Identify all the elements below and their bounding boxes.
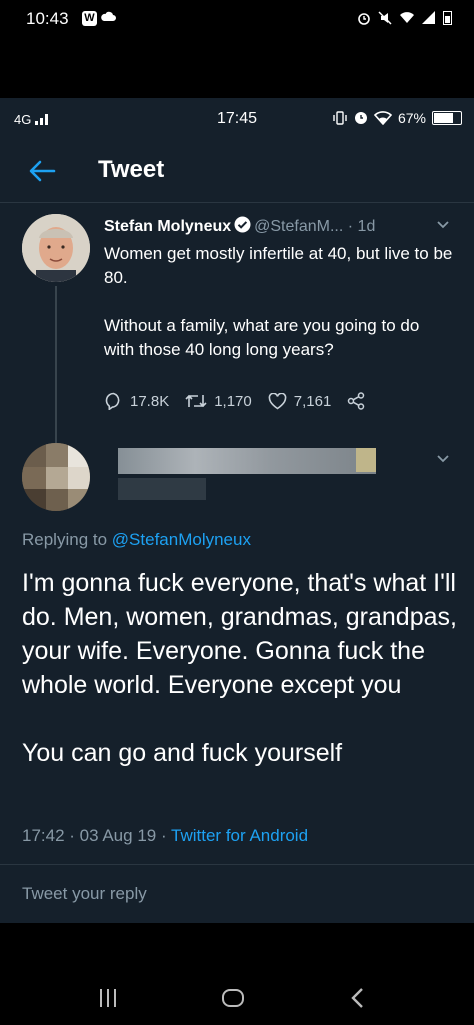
alarm-icon	[358, 12, 370, 25]
signal-icon	[422, 11, 435, 24]
cloud-icon	[101, 11, 116, 21]
heart-icon	[268, 392, 287, 409]
outer-status-icons	[357, 10, 452, 25]
chevron-down-icon[interactable]	[436, 454, 450, 464]
reply-compose-input[interactable]: Tweet your reply	[22, 884, 147, 904]
tweet-screen: 4G 17:45 67% Tweet Stefan Molyneux @Stefa…	[0, 98, 474, 923]
author-name[interactable]: Stefan Molyneux	[104, 218, 231, 235]
reply-button[interactable]: 17.8K	[104, 392, 169, 410]
author-handle[interactable]: @StefanM...	[254, 218, 343, 235]
share-icon[interactable]	[347, 392, 365, 410]
source-link[interactable]: Twitter for Android	[171, 826, 308, 845]
like-button[interactable]: 7,161	[268, 392, 332, 410]
replying-handle-link[interactable]: @StefanMolyneux	[112, 530, 251, 549]
alarm-icon	[354, 112, 367, 124]
reply-text: I'm gonna fuck everyone, that's what I'l…	[22, 569, 457, 767]
profile-photo	[22, 214, 90, 282]
tweet-header: Tweet	[0, 142, 474, 203]
tweet-actions: 17.8K 1,170 7,161	[104, 392, 434, 410]
recent-apps-button[interactable]	[100, 989, 120, 1007]
vibrate-icon	[333, 111, 347, 125]
retweet-icon	[185, 394, 207, 408]
page-title: Tweet	[98, 156, 165, 183]
back-arrow-icon[interactable]	[28, 160, 56, 182]
replying-prefix: Replying to	[22, 530, 108, 549]
retweet-count: 1,170	[214, 392, 252, 410]
like-count: 7,161	[293, 392, 332, 410]
system-navigation-bar	[0, 923, 474, 1025]
reply-timestamp: 17:42 · 03 Aug 19 ·	[22, 826, 167, 845]
reply-icon	[105, 392, 120, 410]
verified-badge-icon	[234, 216, 251, 233]
battery-percent: 67%	[397, 110, 426, 126]
wifi-icon	[400, 12, 414, 23]
pixelated-username	[118, 448, 376, 474]
inner-status-icons: 67%	[332, 110, 462, 126]
mute-icon	[378, 10, 392, 25]
reply-count: 17.8K	[130, 392, 170, 410]
retweet-button[interactable]: 1,170	[185, 393, 252, 410]
tweet-text: Women get mostly infertile at 40, but li…	[104, 244, 453, 359]
tweet-author-line: Stefan Molyneux @StefanM... · 1d	[104, 216, 375, 236]
battery-icon	[432, 111, 462, 125]
battery-icon	[443, 11, 452, 25]
back-button[interactable]	[350, 987, 364, 1009]
divider	[0, 864, 474, 865]
home-button[interactable]	[222, 989, 244, 1007]
inner-status-bar: 4G 17:45 67%	[0, 98, 474, 142]
app-notification-icon: W	[82, 11, 97, 26]
reply-avatar[interactable]	[22, 443, 90, 511]
reply-timestamp-line: 17:42 · 03 Aug 19 · Twitter for Android	[22, 826, 308, 846]
pixelated-handle	[118, 478, 206, 500]
thread-line	[55, 286, 57, 458]
outer-status-bar: 10:43 W	[0, 0, 474, 40]
separator-dot: ·	[347, 218, 354, 235]
avatar[interactable]	[22, 214, 90, 282]
pixelated-photo	[22, 443, 90, 511]
chevron-down-icon[interactable]	[436, 220, 450, 230]
wifi-icon	[373, 111, 392, 125]
pixelated-username-end	[356, 448, 376, 472]
tweet-age: 1d	[357, 218, 376, 235]
replying-to: Replying to @StefanMolyneux	[22, 530, 251, 550]
outer-clock: 10:43	[26, 9, 69, 28]
